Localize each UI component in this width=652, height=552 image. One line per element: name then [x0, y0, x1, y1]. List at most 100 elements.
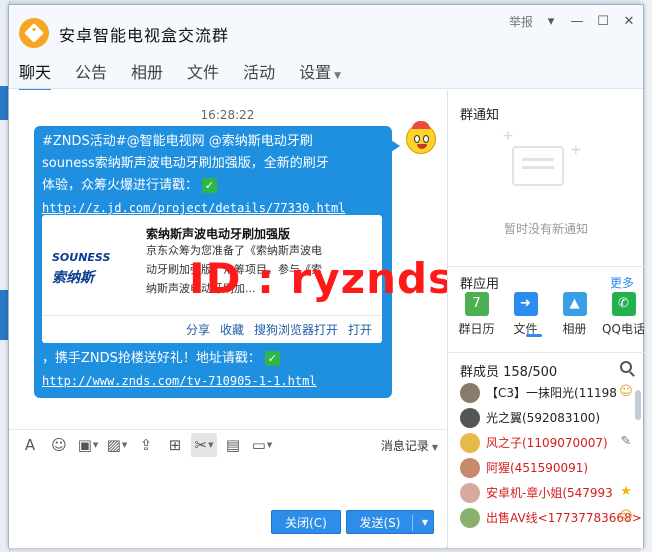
card-open-browser-link[interactable]: 搜狗浏览器打开: [254, 319, 338, 341]
close-icon[interactable]: ✕: [621, 14, 637, 30]
apps-more-link[interactable]: 更多: [610, 274, 634, 291]
maximize-icon[interactable]: ☐: [595, 14, 611, 30]
close-button[interactable]: 关闭(C): [271, 510, 341, 534]
tab-bar: 聊天 公告 相册 文件 活动 设置 ▼: [19, 59, 365, 91]
upload-icon[interactable]: ⇪: [133, 433, 159, 457]
list-item[interactable]: 【C3】一抹阳光(11198 ☺: [448, 380, 644, 405]
message-history-label: 消息记录: [380, 439, 429, 453]
card-share-link[interactable]: 分享: [186, 319, 210, 341]
list-item[interactable]: 安卓机-章小姐(547993 ★: [448, 480, 644, 505]
calendar-icon: 7: [464, 292, 489, 316]
message-link-line: http://www.znds.com/tv-710905-1-1.html: [42, 370, 317, 393]
list-item[interactable]: 光之翼(592083100): [448, 405, 644, 430]
souness-logo: SOUNESS 索纳斯: [52, 247, 134, 287]
avatar: [460, 457, 480, 478]
archive-icon[interactable]: ▤: [220, 433, 246, 457]
avatar: [460, 482, 480, 503]
avatar: [460, 382, 480, 403]
avatar-eye: [414, 135, 420, 143]
app-calendar[interactable]: 7 群日历: [452, 292, 501, 337]
app-files[interactable]: ➜ 文件: [501, 292, 550, 337]
member-name: 光之翼(592083100): [486, 411, 601, 425]
chevron-down-icon[interactable]: ▼: [422, 511, 428, 535]
apps-list: 7 群日历 ➜ 文件 ▲ 相册 ✆ QQ电话: [452, 292, 648, 337]
list-item[interactable]: 阿猩(451590091): [448, 455, 644, 480]
member-name: 阿猩(451590091): [486, 461, 589, 475]
tab-files[interactable]: 文件: [187, 59, 219, 91]
check-emoji-icon: ✓: [202, 178, 218, 193]
card-actions: 分享 收藏 搜狗浏览器打开 打开: [42, 315, 382, 343]
sender-avatar[interactable]: [406, 121, 436, 154]
apps-page-indicator: [526, 334, 542, 337]
message-history-button[interactable]: 消息记录 ▼: [381, 437, 438, 454]
app-label: 相册: [562, 322, 587, 336]
album-icon: ▲: [562, 292, 587, 316]
more-tools-icon[interactable]: ▭ ▼: [249, 433, 275, 457]
window-header: 安卓智能电视盒交流群 举报 ▾ — ☐ ✕ 聊天 公告 相册 文件 活动 设置 ▼: [9, 5, 643, 91]
tab-announcement[interactable]: 公告: [75, 59, 107, 91]
apps-header: 群应用 更多: [448, 266, 644, 292]
members-title: 群成员 158/500: [460, 365, 558, 380]
avatar: [460, 432, 480, 453]
message-line: souness索纳斯声波电动牙刷加强版，全新的刷牙: [42, 156, 329, 171]
member-list: 【C3】一抹阳光(11198 ☺ 光之翼(592083100) 风之子(11090…: [448, 380, 644, 530]
message-text: ，携手ZNDS抢楼送好礼！地址请戳：: [42, 351, 261, 366]
empty-notice-illustration: + +: [492, 124, 592, 214]
card-open-link[interactable]: 打开: [348, 319, 372, 341]
message-input[interactable]: 关闭(C) 发送(S) ▼: [9, 460, 446, 548]
check-emoji-icon: ✓: [264, 351, 280, 366]
file-icon: ➜: [513, 292, 538, 316]
font-icon[interactable]: A: [17, 433, 43, 457]
members-header: 群成员 158/500: [448, 352, 644, 380]
tab-chat[interactable]: 聊天: [19, 59, 52, 91]
logo-text-en: SOUNESS: [52, 251, 111, 264]
gift-icon[interactable]: ⊞: [162, 433, 188, 457]
emoji-icon[interactable]: ☺: [46, 433, 72, 457]
message-box-icon: [512, 146, 564, 186]
image-icon[interactable]: ▨ ▼: [104, 433, 130, 457]
minimize-icon[interactable]: —: [569, 14, 585, 30]
avatar-hair: [412, 121, 430, 129]
report-button[interactable]: 举报: [509, 13, 533, 30]
chevron-down-icon: ▼: [431, 443, 438, 452]
window-controls: 举报 ▾ — ☐ ✕: [509, 13, 637, 30]
tab-album[interactable]: 相册: [131, 59, 163, 91]
star-icon: ★: [620, 484, 632, 499]
tag-icon: [24, 23, 44, 43]
list-item[interactable]: 出售AV线<17737783668> ☺: [448, 505, 644, 530]
group-chat-window: 安卓智能电视盒交流群 举报 ▾ — ☐ ✕ 聊天 公告 相册 文件 活动 设置 ▼…: [8, 4, 645, 548]
group-title: 安卓智能电视盒交流群: [59, 26, 230, 45]
tab-activity[interactable]: 活动: [243, 59, 275, 91]
edit-icon[interactable]: ✎: [618, 434, 634, 450]
chat-area[interactable]: 16:28:22 #ZNDS活动#@智能电视网 @索纳斯电动牙刷 souness…: [9, 90, 453, 428]
notice-title: 群通知: [460, 108, 500, 123]
tab-settings[interactable]: 设置 ▼: [299, 59, 341, 91]
screenshot-scissors-icon[interactable]: ✂ ▼: [191, 432, 217, 457]
send-divider: [412, 515, 413, 531]
app-album[interactable]: ▲ 相册: [550, 292, 599, 337]
member-list-scrollbar[interactable]: [635, 390, 641, 420]
message-link[interactable]: http://z.jd.com/project/details/77330.ht…: [42, 201, 345, 215]
admin-icon: ☺: [619, 509, 633, 524]
app-qq-call[interactable]: ✆ QQ电话: [599, 292, 648, 337]
avatar: [460, 407, 480, 428]
avatar: [460, 507, 480, 528]
member-name: 风之子(1109070007): [486, 436, 608, 450]
send-button[interactable]: 发送(S) ▼: [346, 510, 434, 534]
member-name: 安卓机-章小姐(547993: [486, 486, 613, 500]
app-label: QQ电话: [602, 322, 645, 336]
app-label: 群日历: [458, 322, 495, 336]
logo-text-cn: 索纳斯: [52, 270, 94, 286]
dropdown-icon[interactable]: ▾: [543, 14, 559, 30]
avatar-mouth: [417, 144, 427, 149]
group-avatar[interactable]: [19, 18, 49, 48]
card-favorite-link[interactable]: 收藏: [220, 319, 244, 341]
tab-settings-label: 设置: [299, 63, 332, 82]
message-link[interactable]: http://www.znds.com/tv-710905-1-1.html: [42, 374, 317, 388]
gif-icon[interactable]: ▣ ▼: [75, 433, 101, 457]
send-button-label: 发送(S): [359, 516, 401, 530]
list-item[interactable]: 风之子(1109070007) ✎: [448, 430, 644, 455]
search-icon[interactable]: [620, 361, 632, 373]
phone-icon: ✆: [611, 292, 636, 316]
member-name: 【C3】一抹阳光(11198: [486, 386, 617, 400]
